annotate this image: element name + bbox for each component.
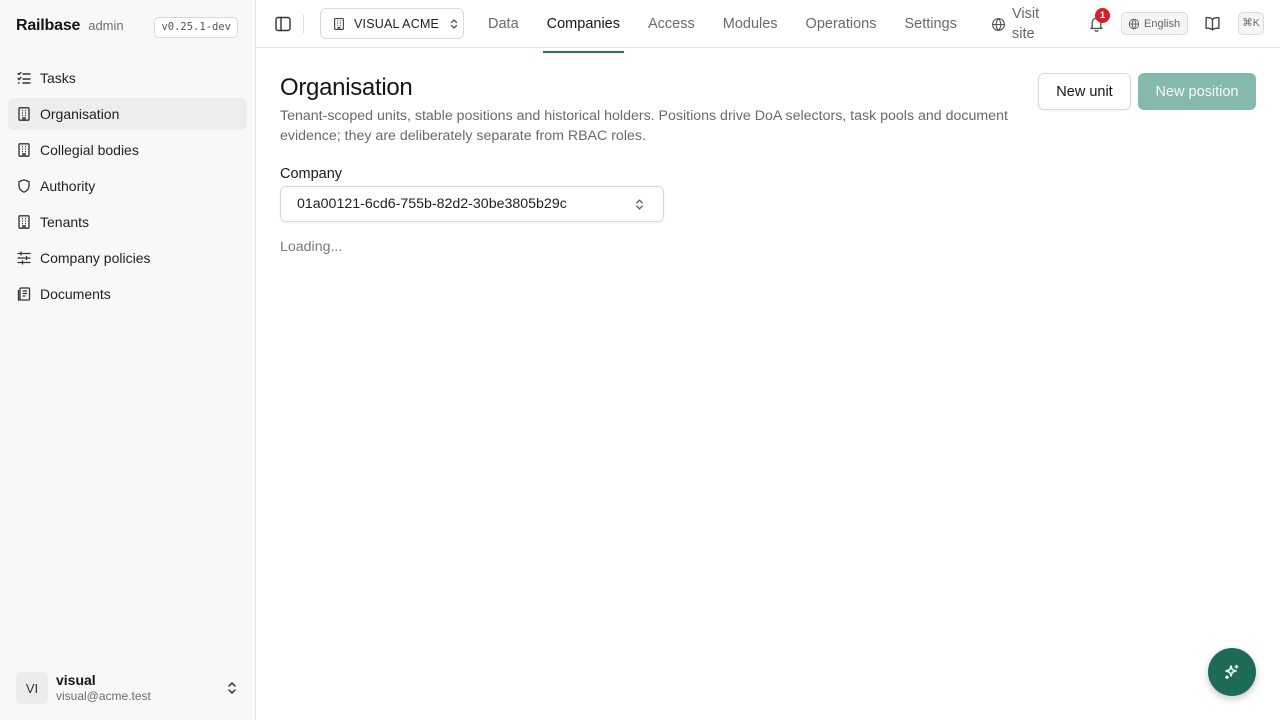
sidebar-item-label: Tenants: [40, 214, 90, 230]
topbar: VISUAL ACME Data Companies Access Module…: [256, 0, 1280, 53]
company-field-label: Company: [280, 166, 343, 182]
company-switcher-label: VISUAL ACME: [354, 16, 440, 31]
chevrons-up-down-icon: [633, 198, 646, 211]
sidebar-item-tenants[interactable]: Tenants: [8, 206, 247, 238]
brand[interactable]: Railbase admin: [16, 17, 124, 39]
user-name: visual: [56, 672, 96, 688]
sidebar-item-label: Company policies: [40, 250, 151, 266]
sidebar-nav: Tasks Organisation Collegial bodies Auth…: [8, 62, 247, 314]
sparkles-icon: [1223, 663, 1241, 681]
tab-access[interactable]: Access: [644, 0, 699, 48]
sidebar-item-label: Organisation: [40, 106, 120, 122]
sliders-icon: [16, 250, 32, 266]
list-checks-icon: [16, 70, 32, 86]
app-name: Railbase: [16, 17, 81, 34]
user-info: visual visual@acme.test: [56, 672, 151, 704]
sidebar-item-label: Documents: [40, 286, 111, 302]
loading-indicator: Loading...: [280, 239, 343, 255]
book-icon[interactable]: [1204, 15, 1221, 32]
page-description: Tenant-scoped units, stable positions an…: [280, 108, 1008, 144]
panel-toggle-icon[interactable]: [274, 15, 292, 33]
company-switcher[interactable]: VISUAL ACME: [320, 8, 464, 39]
sidebar-item-company-policies[interactable]: Company policies: [8, 242, 247, 274]
globe-icon: [1128, 18, 1140, 30]
tab-data[interactable]: Data: [484, 0, 523, 48]
command-palette-shortcut[interactable]: ⌘K: [1238, 12, 1264, 35]
tab-settings[interactable]: Settings: [900, 0, 960, 48]
chevrons-up-down-icon: [224, 680, 240, 696]
globe-icon: [991, 17, 1006, 32]
visit-site-link[interactable]: Visit site: [991, 4, 1053, 44]
visit-site-label: Visit site: [1012, 6, 1040, 42]
company-select[interactable]: 01a00121-6cd6-755b-82d2-30be3805b29c: [280, 186, 664, 222]
sidebar-item-organisation[interactable]: Organisation: [8, 98, 247, 130]
sidebar: Railbase admin v0.25.1-dev Tasks Organis…: [0, 0, 256, 720]
building-icon: [16, 142, 32, 158]
company-select-value: 01a00121-6cd6-755b-82d2-30be3805b29c: [297, 196, 567, 212]
top-tabs: Data Companies Access Modules Operations…: [484, 0, 981, 53]
tab-companies[interactable]: Companies: [542, 0, 625, 53]
building-icon: [16, 106, 32, 122]
building-icon: [16, 214, 32, 230]
language-selector[interactable]: English: [1121, 12, 1188, 35]
sidebar-item-collegial-bodies[interactable]: Collegial bodies: [8, 134, 247, 166]
language-label: English: [1144, 17, 1181, 30]
notification-badge: 1: [1095, 8, 1110, 23]
sidebar-item-documents[interactable]: Documents: [8, 278, 247, 310]
shield-icon: [16, 178, 32, 194]
user-email: visual@acme.test: [56, 689, 151, 703]
sidebar-item-tasks[interactable]: Tasks: [8, 62, 247, 94]
version-badge: v0.25.1-dev: [154, 17, 238, 38]
app-role: admin: [88, 18, 124, 33]
sidebar-item-label: Collegial bodies: [40, 142, 139, 158]
building-icon: [332, 17, 346, 31]
tab-modules[interactable]: Modules: [719, 0, 782, 48]
user-menu[interactable]: VI visual visual@acme.test: [16, 670, 240, 706]
assistant-fab[interactable]: [1208, 648, 1256, 696]
sidebar-item-authority[interactable]: Authority: [8, 170, 247, 202]
main-content: Organisation Tenant-scoped units, stable…: [256, 48, 1280, 720]
documents-icon: [16, 286, 32, 302]
tab-operations[interactable]: Operations: [802, 0, 881, 48]
new-position-button[interactable]: New position: [1138, 73, 1256, 110]
sidebar-item-label: Authority: [40, 178, 96, 194]
page-title: Organisation: [280, 74, 413, 101]
toolbar-divider: [303, 15, 304, 33]
avatar: VI: [16, 672, 48, 704]
chevrons-up-down-icon: [448, 18, 460, 30]
new-unit-button[interactable]: New unit: [1038, 73, 1131, 110]
sidebar-item-label: Tasks: [40, 70, 76, 86]
